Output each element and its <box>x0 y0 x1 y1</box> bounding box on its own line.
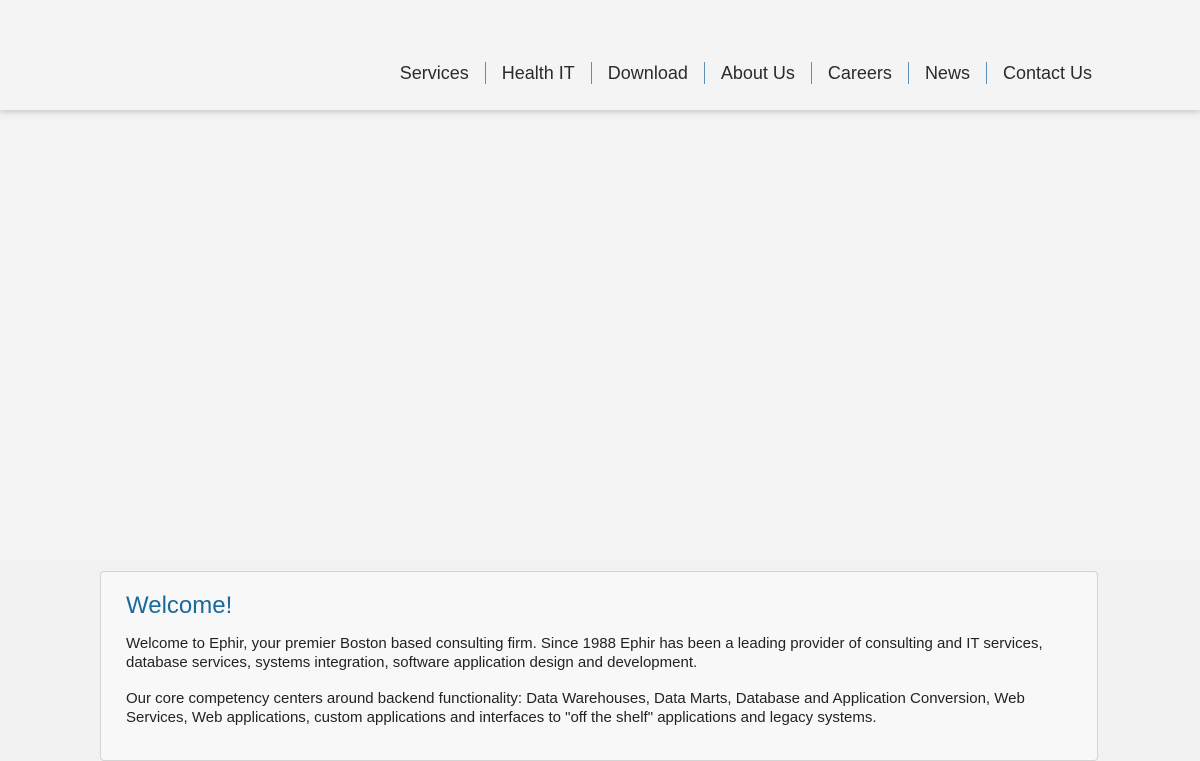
nav-item-careers: Careers <box>810 62 908 84</box>
nav-item-health-it: Health IT <box>484 62 591 84</box>
welcome-paragraph-intro: Welcome to Ephir, your premier Boston ba… <box>126 635 1043 671</box>
nav-link-health-it[interactable]: Health IT <box>486 62 591 84</box>
nav-link-about-us[interactable]: About Us <box>705 62 811 84</box>
nav-link-news[interactable]: News <box>909 62 986 84</box>
nav-item-about-us: About Us <box>703 62 811 84</box>
nav-link-careers[interactable]: Careers <box>812 62 908 84</box>
site-header: Services Health IT Download About Us Car… <box>0 0 1200 110</box>
nav-item-news: News <box>907 62 986 84</box>
nav-item-download: Download <box>590 62 704 84</box>
nav-item-services: Services <box>384 62 485 84</box>
main-nav: Services Health IT Download About Us Car… <box>384 62 1108 84</box>
welcome-title: Welcome! <box>126 592 233 619</box>
hero-area <box>0 110 1200 560</box>
nav-link-services[interactable]: Services <box>384 62 485 84</box>
welcome-paragraph-competency: Our core competency centers around backe… <box>126 690 1025 726</box>
nav-item-contact-us: Contact Us <box>985 62 1108 84</box>
nav-link-contact-us[interactable]: Contact Us <box>987 62 1108 84</box>
welcome-card: Welcome! Welcome to Ephir, your premier … <box>100 571 1098 761</box>
nav-link-download[interactable]: Download <box>592 62 704 84</box>
